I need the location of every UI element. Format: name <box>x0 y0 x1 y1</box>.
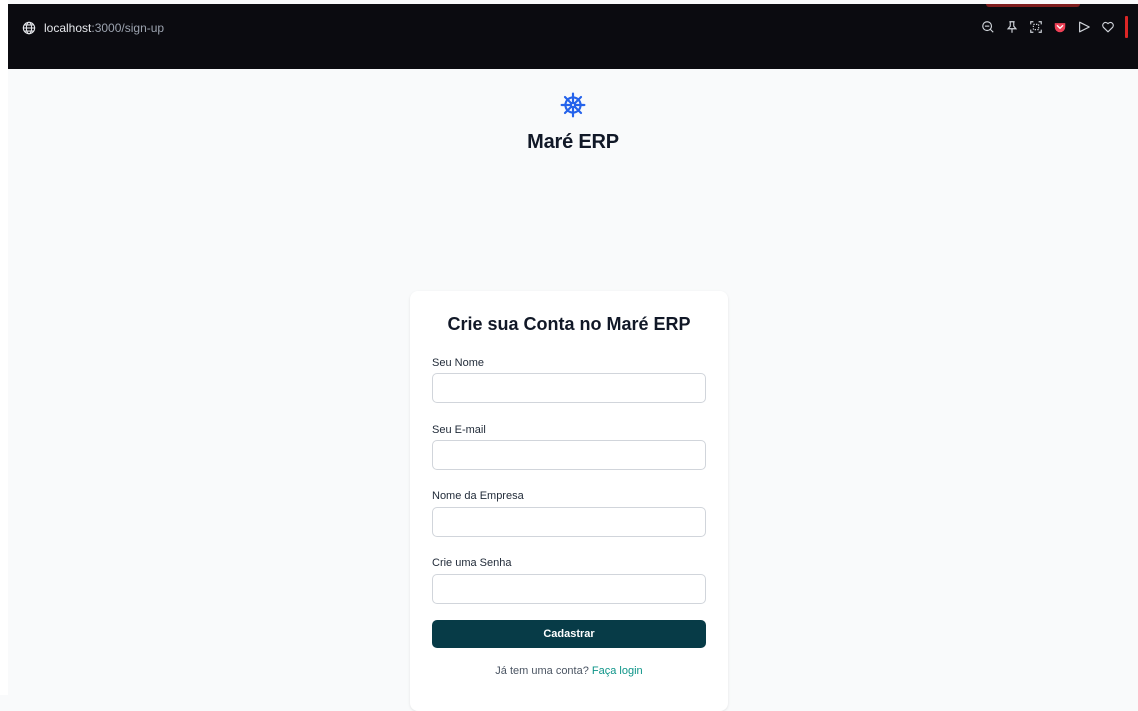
email-label: Seu E-mail <box>432 424 486 436</box>
heart-icon[interactable] <box>1101 20 1115 34</box>
screenshot-icon[interactable] <box>1029 20 1043 34</box>
active-tab-indicator <box>986 4 1080 7</box>
login-link[interactable]: Faça login <box>592 665 643 677</box>
browser-tools <box>981 16 1128 38</box>
name-label: Seu Nome <box>432 357 484 369</box>
form-title: Crie sua Conta no Maré ERP <box>447 314 691 334</box>
brand-header: Maré ERP <box>8 92 1138 154</box>
password-input[interactable] <box>432 574 706 604</box>
brand-title: Maré ERP <box>527 131 619 153</box>
pocket-icon[interactable] <box>1053 20 1067 34</box>
globe-icon <box>22 21 36 35</box>
extension-indicator <box>1125 16 1128 38</box>
browser-toolbar: localhost:3000/sign-up <box>8 4 1138 69</box>
login-prompt-text: Já tem uma conta? <box>495 665 589 677</box>
window-edge <box>0 0 8 695</box>
company-input[interactable] <box>432 507 706 537</box>
login-prompt: Já tem uma conta? Faça login <box>410 665 728 677</box>
ship-wheel-icon <box>560 92 586 118</box>
email-input[interactable] <box>432 440 706 470</box>
url-text: localhost:3000/sign-up <box>44 21 165 35</box>
company-label: Nome da Empresa <box>432 490 524 502</box>
signup-card: Crie sua Conta no Maré ERP Seu Nome Seu … <box>410 291 728 711</box>
signup-button[interactable]: Cadastrar <box>432 620 706 648</box>
address-bar[interactable]: localhost:3000/sign-up <box>22 18 164 38</box>
send-icon[interactable] <box>1077 20 1091 34</box>
password-label: Crie uma Senha <box>432 557 512 569</box>
pin-icon[interactable] <box>1005 20 1019 34</box>
name-input[interactable] <box>432 373 706 403</box>
zoom-out-icon[interactable] <box>981 20 995 34</box>
